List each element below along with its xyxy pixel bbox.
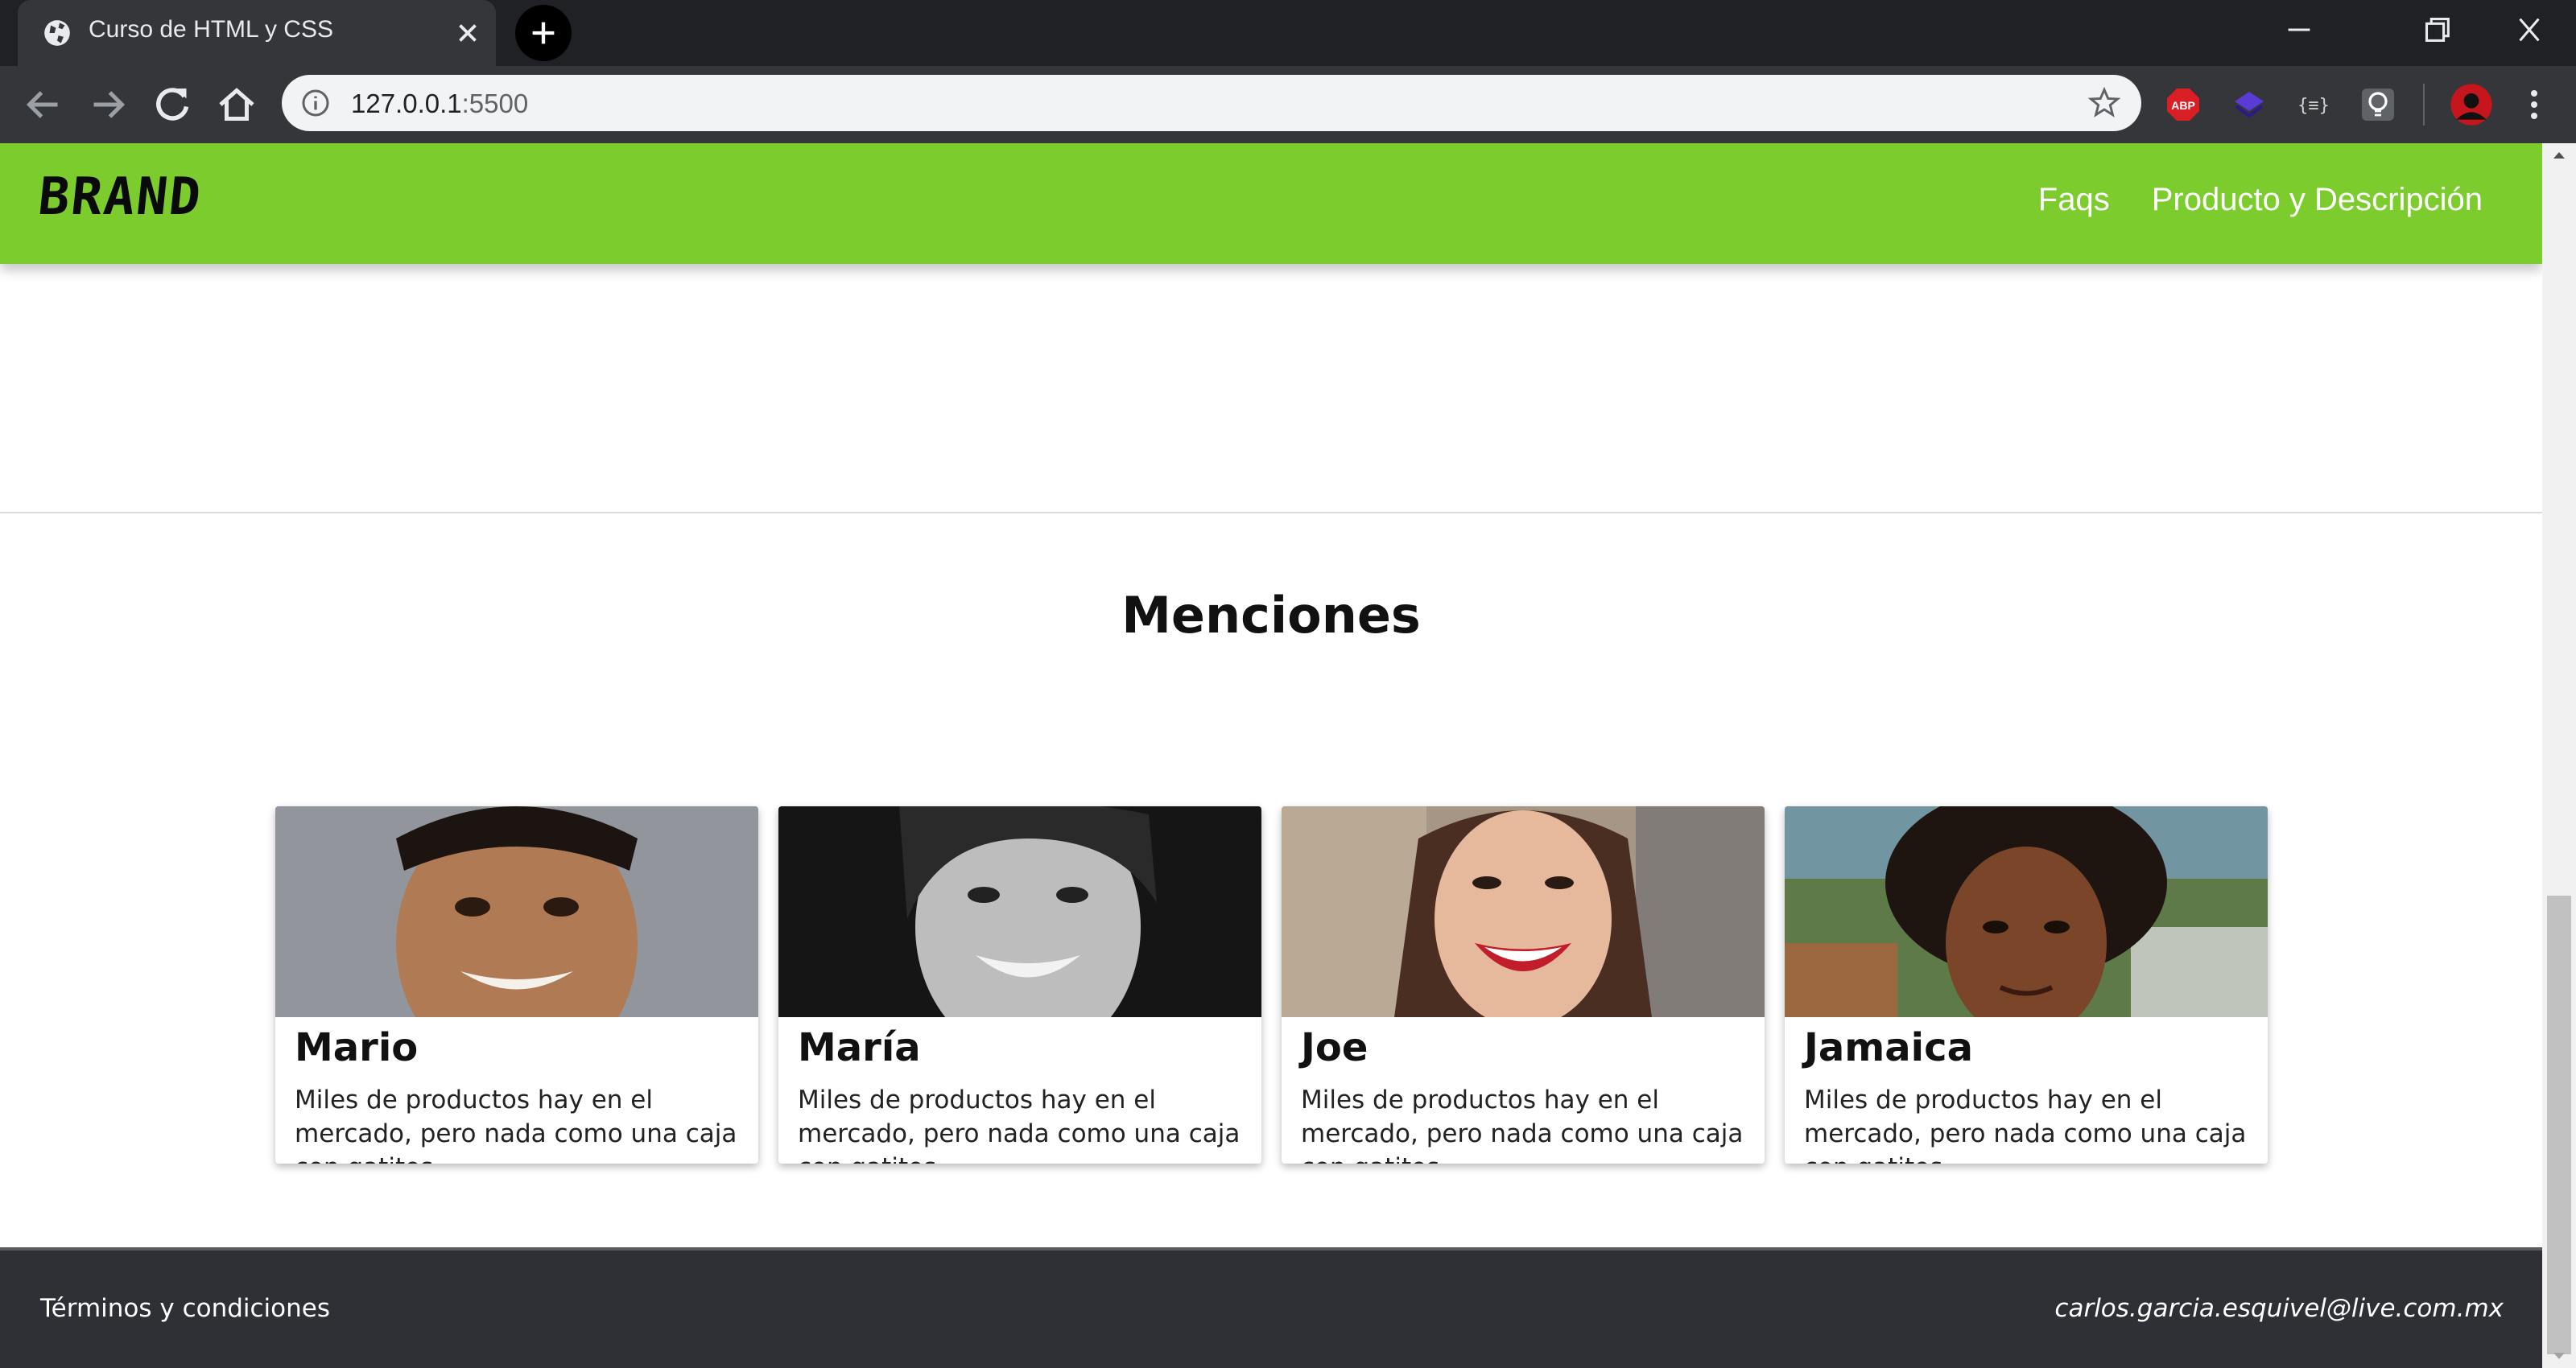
url-text[interactable]: 127.0.0.1:5500 (351, 89, 528, 119)
layers-extension-icon[interactable] (2230, 85, 2268, 124)
site-navbar: BRAND Faqs Producto y Descripción (0, 143, 2542, 264)
json-viewer-icon[interactable]: {≡} (2294, 85, 2333, 124)
mention-desc: Miles de productos hay en el mercado, pe… (1804, 1086, 2247, 1164)
mention-desc: Miles de productos hay en el mercado, pe… (295, 1086, 737, 1164)
back-arrow-icon[interactable] (19, 80, 68, 129)
brand-logo[interactable]: BRAND (35, 167, 204, 227)
minimize-icon[interactable] (2275, 11, 2323, 48)
web-page: BRAND Faqs Producto y Descripción Mencio… (0, 143, 2542, 1368)
browser-tabstrip: Curso de HTML y CSS (0, 0, 2576, 66)
url-port: :5500 (461, 89, 529, 118)
mention-name: Joe (1301, 1025, 1368, 1070)
adblock-plus-icon[interactable]: ABP (2164, 85, 2202, 124)
terms-link[interactable]: Términos y condiciones (40, 1294, 330, 1323)
scroll-up-arrow-icon[interactable] (2551, 150, 2567, 161)
url-host: 127.0.0.1 (351, 89, 462, 118)
page-scrollbar[interactable] (2542, 143, 2576, 1368)
restore-icon[interactable] (2412, 11, 2460, 48)
contact-email[interactable]: carlos.garcia.esquivel@live.com.mx (2054, 1294, 2504, 1323)
toolbar-separator (2423, 84, 2425, 126)
scrollbar-thumb[interactable] (2547, 896, 2571, 1354)
mention-desc: Miles de productos hay en el mercado, pe… (798, 1086, 1241, 1164)
maria-photo (778, 806, 1261, 1017)
scroll-down-arrow-icon[interactable] (2551, 1350, 2567, 1362)
mention-name: Mario (295, 1025, 419, 1070)
abp-label: ABP (2171, 99, 2195, 112)
mention-card: Mario Miles de productos hay en el merca… (275, 806, 758, 1164)
nav-link-producto[interactable]: Producto y Descripción (2152, 182, 2483, 218)
globe-icon (44, 20, 70, 46)
svg-text:{≡}: {≡} (2297, 96, 2330, 116)
lightbulb-extension-icon[interactable] (2359, 85, 2397, 124)
mention-card: Jamaica Miles de productos hay en el mer… (1785, 806, 2268, 1164)
plus-icon (532, 22, 555, 44)
close-tab-icon[interactable] (452, 18, 483, 48)
mention-card: María Miles de productos hay en el merca… (778, 806, 1261, 1164)
nav-link-faqs[interactable]: Faqs (2038, 182, 2110, 218)
mention-desc: Miles de productos hay en el mercado, pe… (1301, 1086, 1744, 1164)
profile-avatar-icon[interactable] (2449, 82, 2494, 127)
joe-photo (1282, 806, 1765, 1017)
mention-name: Jamaica (1804, 1025, 1973, 1070)
info-icon[interactable] (299, 87, 332, 119)
tab-title: Curso de HTML y CSS (89, 16, 333, 43)
forward-arrow-icon[interactable] (84, 80, 132, 129)
site-footer: Términos y condiciones carlos.garcia.esq… (0, 1247, 2542, 1368)
bookmark-star-icon[interactable] (2087, 85, 2122, 121)
browser-toolbar: 127.0.0.1:5500 ABP {≡} (0, 66, 2576, 143)
menu-kebab-icon[interactable] (2515, 85, 2553, 124)
close-window-icon[interactable] (2505, 11, 2553, 48)
new-tab-button[interactable] (515, 5, 572, 61)
mario-photo (275, 806, 758, 1017)
section-divider (0, 512, 2542, 513)
jamaica-photo (1785, 806, 2268, 1017)
reload-icon[interactable] (148, 80, 196, 129)
mentions-title: Menciones (1121, 586, 1421, 645)
site-nav: Faqs Producto y Descripción (2038, 182, 2483, 218)
address-bar[interactable]: 127.0.0.1:5500 (282, 75, 2141, 131)
mention-card: Joe Miles de productos hay en el mercado… (1282, 806, 1765, 1164)
mention-name: María (798, 1025, 921, 1070)
browser-tab[interactable]: Curso de HTML y CSS (18, 0, 496, 66)
home-icon[interactable] (213, 80, 261, 129)
